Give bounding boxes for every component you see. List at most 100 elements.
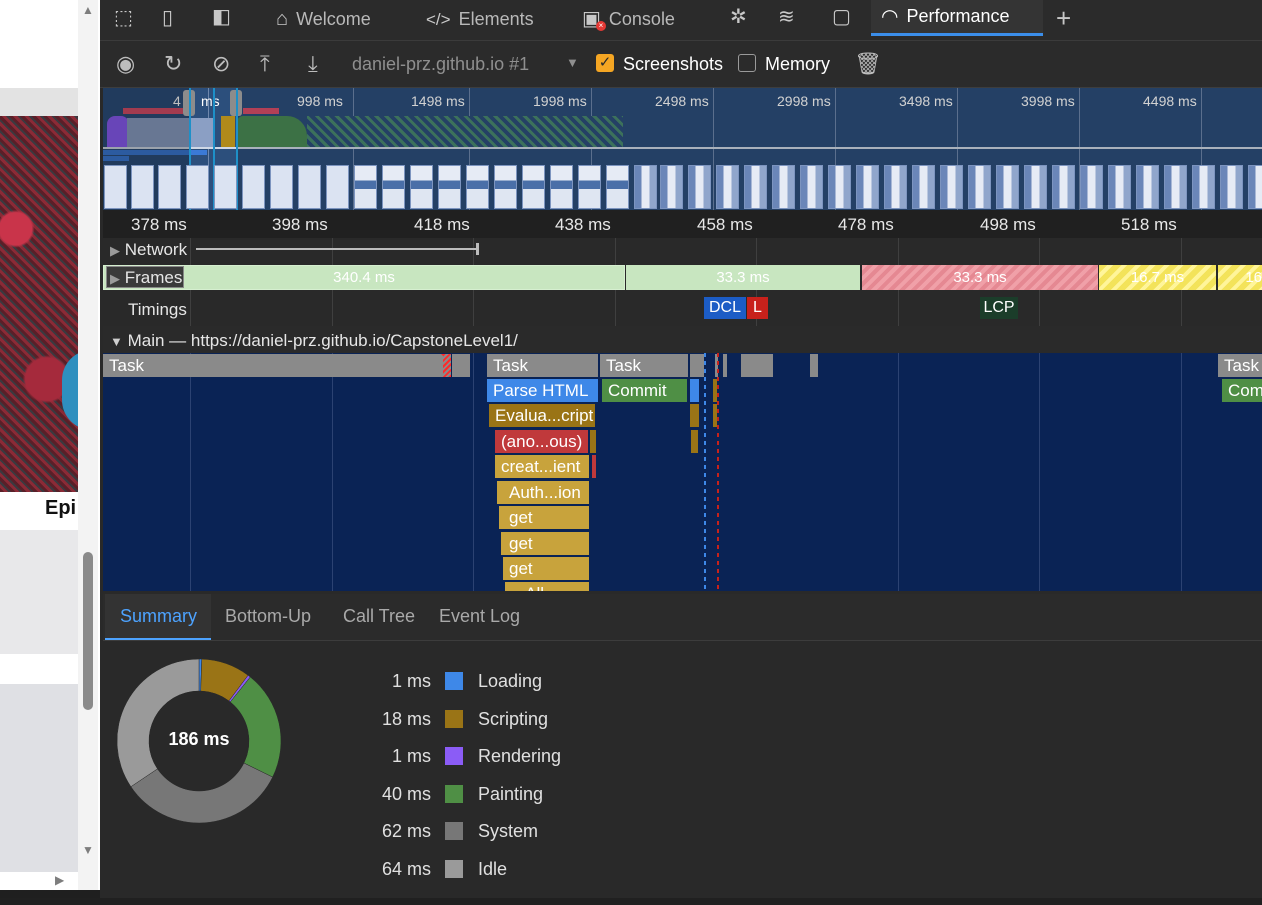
network-track-expand[interactable]: ▶ Network — [110, 240, 187, 260]
scroll-down-arrow-icon[interactable]: ▼ — [82, 843, 94, 857]
task-block[interactable]: Task — [487, 354, 598, 377]
screenshot-thumbnail[interactable] — [606, 165, 629, 209]
screenshot-thumbnail[interactable] — [1024, 165, 1047, 209]
get-function-block[interactable]: get — [501, 532, 589, 555]
dock-side-icon[interactable]: ◧ — [212, 7, 231, 27]
tab-performance[interactable]: ◠ Performance — [871, 0, 1043, 36]
screenshot-thumbnail[interactable] — [298, 165, 321, 209]
auth-function-block[interactable]: Auth...ion — [497, 481, 589, 504]
tab-call-tree[interactable]: Call Tree — [343, 606, 415, 627]
task-block[interactable]: Task — [103, 354, 450, 377]
truncated-function-block[interactable]: ...All... — [505, 582, 589, 591]
anonymous-function-block[interactable]: (ano...ous) — [495, 430, 588, 453]
screenshot-thumbnail[interactable] — [382, 165, 405, 209]
page-scrollbar[interactable] — [78, 0, 98, 890]
task-block-small[interactable] — [690, 354, 704, 377]
create-client-block[interactable]: creat...ient — [495, 455, 589, 478]
memory-checkbox[interactable] — [738, 54, 756, 72]
screenshot-thumbnail[interactable] — [550, 165, 573, 209]
main-track-title-wrap: ▼ Main — https://daniel-prz.github.io/Ca… — [110, 331, 518, 351]
screenshot-thumbnail[interactable] — [354, 165, 377, 209]
screenshot-thumbnail[interactable] — [1248, 165, 1262, 209]
screenshot-thumbnail[interactable] — [438, 165, 461, 209]
screenshot-thumbnail[interactable] — [410, 165, 433, 209]
frame-block-partial[interactable]: 16.7 ms — [1099, 265, 1216, 290]
screenshot-thumbnail[interactable] — [270, 165, 293, 209]
screenshot-thumbnail[interactable] — [1080, 165, 1103, 209]
screenshot-thumbnail[interactable] — [772, 165, 795, 209]
tab-bottom-up[interactable]: Bottom-Up — [225, 606, 311, 627]
screenshot-thumbnail[interactable] — [186, 165, 209, 209]
dcl-marker[interactable]: DCL — [704, 297, 746, 319]
get-function-block[interactable]: get — [503, 557, 589, 580]
page-scrollbar-thumb[interactable] — [83, 552, 93, 710]
load-profile-icon[interactable]: ⤒ — [260, 51, 270, 77]
commit-block[interactable]: Commit — [602, 379, 687, 402]
commit-block[interactable]: Com — [1222, 379, 1262, 402]
reload-record-icon[interactable]: ↻ — [164, 51, 182, 77]
task-block-small[interactable] — [452, 354, 470, 377]
screenshot-thumbnail[interactable] — [968, 165, 991, 209]
add-tab-plus-icon[interactable]: + — [1056, 5, 1071, 31]
save-profile-icon[interactable]: ⤓ — [308, 51, 318, 77]
screenshots-checkbox[interactable]: ✓ — [596, 54, 614, 72]
screenshot-thumbnail[interactable] — [1136, 165, 1159, 209]
lcp-marker[interactable]: LCP — [980, 297, 1018, 319]
trash-icon[interactable]: 🗑 — [854, 51, 882, 77]
scroll-up-arrow-icon[interactable]: ▲ — [82, 3, 94, 17]
profile-select[interactable]: daniel-prz.github.io #1 — [352, 54, 529, 75]
frame-block-partial[interactable]: 16 — [1218, 265, 1262, 290]
evaluate-script-block[interactable]: Evalua...cript — [489, 404, 595, 427]
profile-dropdown-chevron-icon[interactable]: ▼ — [566, 55, 579, 70]
wifi-icon[interactable]: ≋ — [778, 7, 795, 27]
flame-chart[interactable]: Task Task Task Task Parse HTML Commit Co… — [103, 353, 1262, 591]
screenshot-thumbnail[interactable] — [326, 165, 349, 209]
tab-console[interactable]: ▣ × Console — [582, 0, 722, 38]
screenshot-thumbnail[interactable] — [1108, 165, 1131, 209]
screenshot-thumbnail[interactable] — [1164, 165, 1187, 209]
screenshot-thumbnail[interactable] — [131, 165, 154, 209]
tab-summary[interactable]: Summary — [120, 606, 197, 627]
tab-elements[interactable]: </> Elements — [426, 0, 566, 38]
screenshot-thumbnail[interactable] — [634, 165, 657, 209]
frame-block-dropped[interactable]: 33.3 ms — [862, 265, 1098, 290]
tab-welcome[interactable]: ⌂ Welcome — [276, 0, 412, 38]
screenshot-thumbnail[interactable] — [688, 165, 711, 209]
frame-block[interactable]: 33.3 ms — [626, 265, 860, 290]
screenshot-thumbnail[interactable] — [800, 165, 823, 209]
screenshot-thumbnail[interactable] — [828, 165, 851, 209]
task-block-small[interactable] — [741, 354, 773, 377]
screenshot-thumbnail[interactable] — [104, 165, 127, 209]
application-panel-icon[interactable]: ▢ — [832, 7, 851, 27]
screenshot-thumbnail[interactable] — [466, 165, 489, 209]
task-block[interactable]: Task — [1218, 354, 1262, 377]
parse-html-block[interactable]: Parse HTML — [487, 379, 598, 402]
screenshot-thumbnail[interactable] — [578, 165, 601, 209]
screenshot-thumbnail[interactable] — [856, 165, 879, 209]
bug-icon[interactable]: ✲ — [730, 7, 747, 27]
screenshot-thumbnail[interactable] — [660, 165, 683, 209]
screenshot-thumbnail[interactable] — [1052, 165, 1075, 209]
tab-event-log[interactable]: Event Log — [439, 606, 520, 627]
screenshot-thumbnail[interactable] — [716, 165, 739, 209]
screenshot-thumbnail[interactable] — [912, 165, 935, 209]
screenshot-thumbnail[interactable] — [1192, 165, 1215, 209]
screenshot-thumbnail[interactable] — [1220, 165, 1243, 209]
device-emulation-icon[interactable]: ▯ — [162, 8, 173, 28]
inspect-element-icon[interactable]: ⬚ — [114, 8, 133, 28]
record-button-icon[interactable]: ◉ — [116, 51, 135, 77]
screenshot-thumbnail[interactable] — [494, 165, 517, 209]
screenshot-thumbnail[interactable] — [522, 165, 545, 209]
screenshot-thumbnail[interactable] — [242, 165, 265, 209]
load-marker[interactable]: L — [747, 297, 768, 319]
screenshot-thumbnail[interactable] — [996, 165, 1019, 209]
clear-icon[interactable]: ⊘ — [212, 51, 230, 77]
screenshot-thumbnail[interactable] — [884, 165, 907, 209]
screenshot-thumbnail[interactable] — [744, 165, 767, 209]
get-function-block[interactable]: get — [499, 506, 589, 529]
scroll-right-arrow-icon[interactable]: ▶ — [55, 873, 64, 887]
task-block[interactable]: Task — [600, 354, 688, 377]
screenshot-thumbnail[interactable] — [940, 165, 963, 209]
screenshot-thumbnail[interactable] — [214, 165, 237, 209]
screenshot-thumbnail[interactable] — [158, 165, 181, 209]
